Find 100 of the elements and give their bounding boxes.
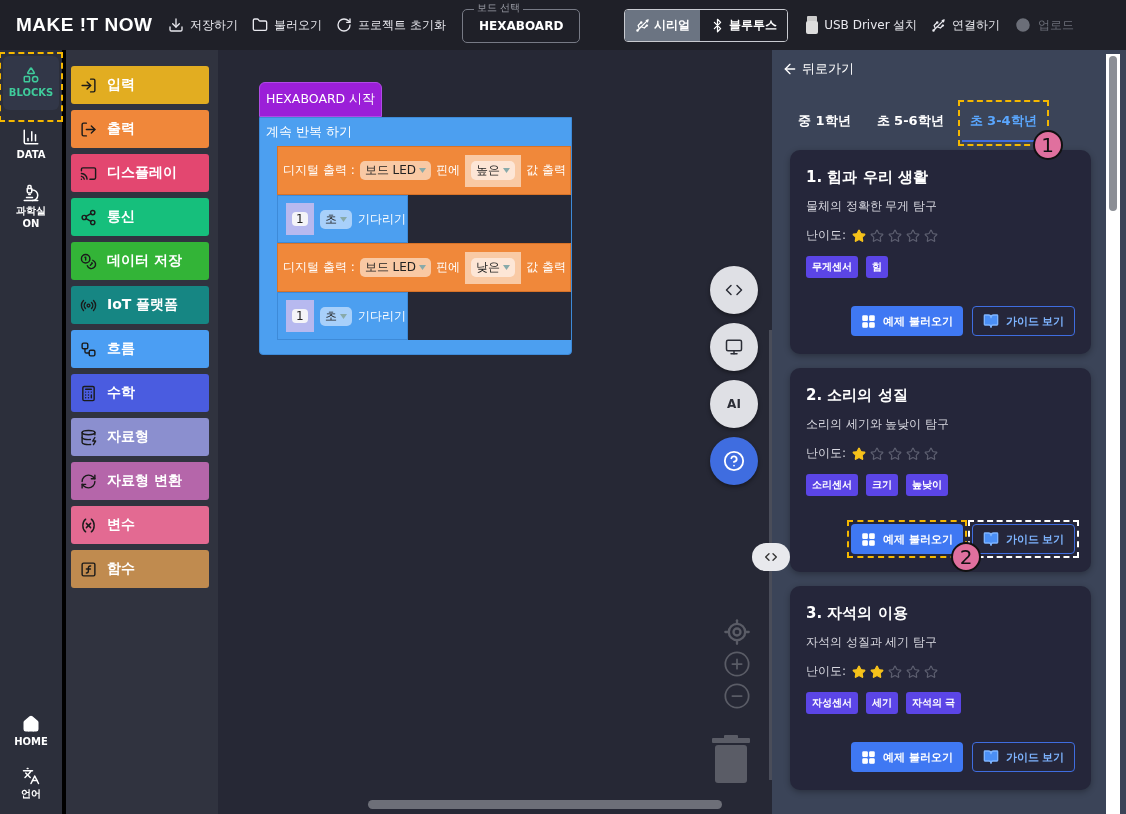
star-icon — [924, 664, 939, 679]
cast-icon — [80, 164, 97, 182]
zoom-out-icon[interactable] — [723, 682, 751, 710]
tag: 세기 — [866, 692, 898, 714]
monitor-button[interactable] — [710, 323, 758, 371]
star-icon — [906, 446, 921, 461]
star-icon — [870, 446, 885, 461]
tag: 높낮이 — [906, 474, 948, 496]
toolbar-button[interactable]: USB Driver 설치 — [804, 12, 920, 38]
vertical-scrollbar[interactable] — [1106, 54, 1120, 814]
card-description: 물체의 정확한 무게 탐구 — [806, 199, 938, 214]
usb-icon — [635, 17, 651, 33]
trash-icon[interactable] — [712, 735, 750, 783]
difficulty-label: 난이도: — [806, 663, 847, 680]
toolbar-button[interactable]: 불러오기 — [250, 12, 325, 38]
start-block[interactable]: HEXABOARD 시작 — [259, 82, 383, 117]
guide-button[interactable]: 가이드 보기 — [972, 742, 1075, 772]
wait-block[interactable]: 1 초 기다리기 — [277, 195, 408, 243]
digital-output-block[interactable]: 디지털 출력 : 보드 LED 핀에 낮은 값 출력 — [277, 243, 571, 292]
difficulty-label: 난이도: — [806, 445, 847, 462]
unit-dropdown[interactable]: 초 — [319, 306, 352, 326]
help-button[interactable] — [710, 437, 758, 485]
microscope-icon — [22, 184, 40, 202]
caret-icon — [503, 168, 510, 173]
tag: 크기 — [866, 474, 898, 496]
workflow-icon — [80, 340, 97, 358]
chart-icon — [22, 128, 40, 147]
card-description: 자석의 성질과 세기 탐구 — [806, 635, 938, 650]
unit-dropdown[interactable]: 초 — [319, 209, 352, 229]
block-label: 디지털 출력 : — [283, 259, 355, 276]
block-label: 기다리기 — [357, 210, 406, 228]
grid-icon — [861, 313, 877, 329]
exit-icon — [80, 120, 97, 138]
category-button[interactable]: IoT 플랫폼 — [71, 286, 209, 324]
star-icon — [888, 664, 903, 679]
caret-icon — [419, 168, 426, 173]
value-dropdown[interactable]: 낮은 — [471, 258, 515, 277]
rotate-icon — [336, 17, 353, 33]
sidebar-item[interactable]: 언어 — [3, 762, 59, 806]
app-logo: MAKE !T NOW — [16, 14, 153, 36]
caret-icon — [503, 265, 510, 270]
code-button[interactable] — [710, 266, 758, 314]
block-label: 핀에 — [436, 259, 460, 276]
card-title: 2. 소리의 성질 — [806, 386, 909, 405]
star-icon — [852, 228, 867, 243]
difficulty-label: 난이도: — [806, 227, 847, 244]
callout-number: 1 — [1032, 130, 1063, 160]
usb-icon — [931, 17, 947, 33]
usb-stick-icon — [806, 16, 819, 34]
star-icon — [924, 228, 939, 243]
star-icon — [888, 446, 903, 461]
tag: 자성센서 — [806, 692, 858, 714]
zoom-in-icon[interactable] — [723, 650, 751, 678]
toolbar-button[interactable]: 프로젝트 초기화 — [334, 12, 449, 38]
recenter-icon[interactable] — [723, 618, 751, 646]
card-title: 1. 힘과 우리 생활 — [806, 168, 929, 187]
number-field[interactable]: 1 — [292, 212, 308, 226]
card-title: 3. 자석의 이용 — [806, 604, 909, 623]
star-icon — [888, 228, 903, 243]
grade-tab[interactable]: 초 5-6학년 — [868, 104, 952, 142]
guide-button[interactable]: 가이드 보기 — [972, 524, 1075, 554]
pin-dropdown[interactable]: 보드 LED — [359, 161, 431, 180]
connection-tab[interactable]: 시리얼 — [625, 9, 701, 41]
sidebar-item[interactable]: BLOCKS — [3, 56, 59, 110]
home-icon — [22, 715, 40, 734]
wait-block[interactable]: 1 초 기다리기 — [277, 292, 408, 340]
grid-icon — [861, 531, 877, 547]
value-dropdown[interactable]: 높은 — [471, 161, 515, 180]
caret-icon — [339, 216, 347, 222]
horizontal-scrollbar[interactable] — [368, 800, 722, 809]
book-icon — [982, 749, 999, 765]
coins-icon — [80, 252, 97, 270]
loop-block[interactable]: 계속 반복 하기 디지털 출력 : 보드 LED 핀에 높은 값 출력 1 초 기다리기 디지털 출력 : 보드 LED 핀에 낮은 값 출력 1 초 기다리기 — [259, 117, 572, 355]
load-example-button[interactable]: 예제 불러오기 — [851, 306, 963, 336]
sidebar-item[interactable]: DATA — [3, 118, 59, 172]
pin-dropdown[interactable]: 보드 LED — [359, 258, 431, 277]
board-select-label: 보드 선택 — [474, 2, 524, 14]
sidebar-item[interactable]: HOME — [3, 710, 59, 754]
variable-icon — [80, 516, 97, 534]
monitor-icon — [725, 338, 743, 356]
book-icon — [982, 313, 999, 329]
star-icon — [870, 228, 885, 243]
toolbar-button[interactable]: 연결하기 — [929, 12, 1003, 38]
function-icon — [80, 560, 97, 578]
load-example-button[interactable]: 예제 불러오기 — [851, 742, 963, 772]
star-icon — [870, 664, 885, 679]
back-link[interactable]: 뒤로가기 — [772, 60, 854, 78]
category-button[interactable]: 수학 — [71, 374, 209, 412]
toolbar-button[interactable]: 저장하기 — [166, 12, 241, 38]
sidebar-item[interactable]: 과학실 ON — [3, 180, 59, 234]
category-button[interactable]: 디스플레이 — [71, 154, 209, 192]
grid-icon — [861, 749, 877, 765]
number-field[interactable]: 1 — [292, 309, 308, 323]
digital-output-block[interactable]: 디지털 출력 : 보드 LED 핀에 높은 값 출력 — [277, 146, 571, 195]
category-button[interactable]: 자료형 변환 — [71, 462, 209, 500]
block-label: 디지털 출력 : — [283, 162, 355, 179]
download-icon — [168, 17, 185, 33]
ai-button[interactable]: AI — [710, 380, 758, 428]
grade-tab[interactable]: 중 1학년 — [790, 104, 859, 142]
guide-button[interactable]: 가이드 보기 — [972, 306, 1075, 336]
